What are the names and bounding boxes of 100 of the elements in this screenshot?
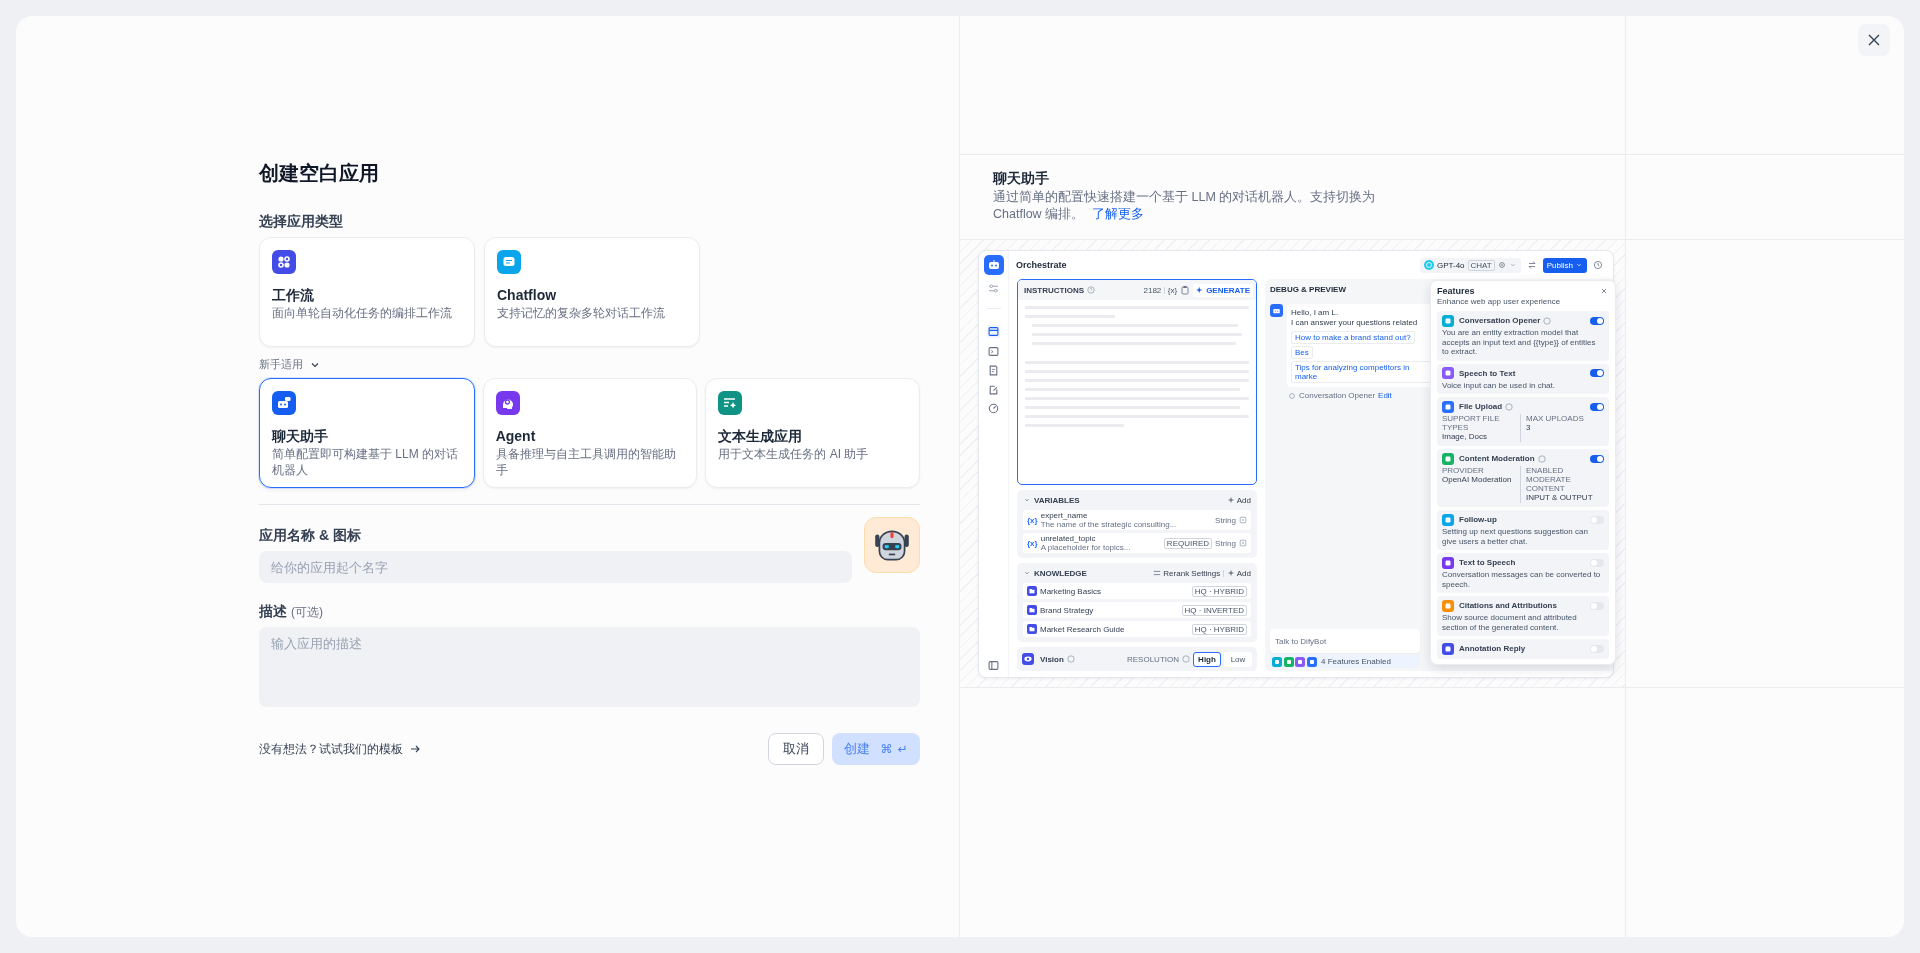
history-icon[interactable] [1593,260,1603,270]
gauge-icon[interactable] [988,403,999,414]
edit-icon[interactable] [988,384,999,395]
help-icon [1543,316,1552,325]
suggested-question[interactable]: Bes [1291,346,1313,359]
clipboard-icon[interactable] [1180,285,1191,295]
feature-description: Show source document and attributed section of the generated content. [1442,613,1578,632]
feature-icon [1295,656,1305,667]
sliders-icon[interactable] [988,283,999,294]
dataset-name: Brand Strategy [1040,605,1094,615]
edit-link[interactable]: Edit [1378,391,1392,400]
publish-button[interactable]: Publish [1542,257,1587,273]
instructions-editor[interactable]: INSTRUCTIONS 2182 {x} GENERATE [1017,279,1257,485]
help-icon [1087,286,1095,294]
feature-description: Voice input can be used in chat. [1442,380,1556,390]
app-type-card[interactable]: 文本生成应用 用于文本生成任务的 AI 助手 [705,378,920,488]
sliders-icon [1153,569,1162,577]
arrow-right-icon [409,743,421,755]
toggle-switch[interactable] [1590,369,1604,377]
feature-icon [1306,656,1317,667]
resolution-option[interactable]: High [1193,651,1221,667]
opener-label: Conversation Opener [1299,391,1376,400]
feature-name: Annotation Reply [1459,644,1526,653]
sidebar-icon[interactable] [988,660,999,671]
learn-more-link[interactable]: 了解更多 [1091,207,1144,221]
robot-icon [272,391,296,415]
rerank-settings-button[interactable]: Rerank Settings [1153,568,1221,578]
help-icon [1505,402,1514,411]
toggle-switch[interactable] [1590,601,1604,610]
dataset-name: Market Research Guide [1040,624,1125,634]
insert-variable-button[interactable]: {x} [1167,285,1178,295]
chevron-icon [1508,261,1517,269]
help-icon [1537,454,1546,463]
panel-title: Features [1437,286,1476,296]
app-type-card[interactable]: 工作流 面向单轮自动化任务的编排工作流 [259,237,475,347]
card-description: 面向单轮自动化任务的编排工作流 [272,305,453,321]
beginner-toggle[interactable]: 新手适用 [259,357,321,372]
toggle-switch[interactable] [1590,515,1604,524]
section-label: VARIABLES [1034,495,1080,505]
feature-description: You are an entity extraction model that accepts an input text and {{type}} of entities to extract. [1442,328,1597,357]
cancel-button[interactable]: 取消 [768,733,824,765]
variable-row[interactable]: {x} unrelated_topic A placeholder for topics... REQUIRED String [1023,533,1251,553]
setting-value: Image, Docs [1442,432,1488,442]
head-gear-icon [495,391,520,415]
variable-row[interactable]: {x} expert_name The name of the strategic consulting... String [1023,510,1251,530]
chat-input[interactable]: Talk to DifyBot [1270,629,1420,653]
app-type-card[interactable]: 聊天助手 简单配置即可构建基于 LLM 的对话机器人 [259,378,475,488]
generate-button[interactable]: GENERATE [1193,283,1253,297]
text-sparkle-icon [718,391,743,415]
resolution-option[interactable]: Low [1224,651,1252,667]
window-icon[interactable] [987,325,1000,338]
settings-icon [1497,261,1506,269]
setting-label: SUPPORT FILE TYPES [1442,414,1501,432]
chevron-icon [1023,496,1031,504]
model-selector[interactable]: GPT-4o CHAT [1420,257,1521,273]
feature-name: File Upload [1459,402,1503,411]
setting-label: PROVIDER [1442,466,1485,475]
template-link[interactable]: 没有想法？试试我们的模板 [259,740,421,758]
close-icon[interactable] [1599,286,1609,296]
field-label: 描述 [259,602,287,621]
app-name-field[interactable]: 给你的应用起个名字 [259,551,852,583]
card-description: 简单配置即可构建基于 LLM 的对话机器人 [272,446,459,478]
add-button[interactable]: Add [1226,495,1251,505]
chevron-icon [1023,569,1031,577]
message-text: I can answer your questions related [1291,318,1419,328]
toggle-switch[interactable] [1590,558,1604,567]
terminal-icon[interactable] [988,346,999,357]
description-field[interactable]: 输入应用的描述 [259,627,920,707]
plus-icon [1226,569,1235,577]
app-icon-button[interactable] [864,517,920,573]
folder-icon [1027,624,1037,634]
knowledge-row[interactable]: Brand Strategy HQ · INVERTED [1023,602,1251,618]
knowledge-row[interactable]: Marketing Basics HQ · HYBRID [1023,583,1251,599]
toggle-switch[interactable] [1590,644,1604,653]
chevron-icon [1575,261,1583,269]
variable-name: expert_name [1040,511,1088,520]
variable-name: unrelated_topic [1040,534,1096,543]
suggested-question[interactable]: How to make a brand stand out? [1291,331,1415,344]
setting-value: 3 [1526,423,1532,433]
close-icon[interactable] [1858,24,1890,56]
features-bar[interactable]: 4 Features Enabled [1270,655,1420,668]
required-badge: REQUIRED [1163,537,1213,549]
help-icon [1182,655,1190,663]
app-type-card[interactable]: Agent 具备推理与自主工具调用的智能助手 [482,378,698,488]
suggested-question[interactable]: Tips for analyzing competitors in marke [1291,361,1433,383]
toggle-switch[interactable] [1590,402,1604,411]
variable-marker: {x} [1027,538,1038,548]
robot-logo-icon [983,255,1004,275]
toggle-switch[interactable] [1590,454,1604,463]
swap-icon[interactable] [1526,260,1537,270]
setting-value: OpenAI Moderation [1442,475,1513,485]
model-name: GPT-4o [1437,260,1465,270]
dataset-name: Marketing Basics [1040,586,1101,596]
toggle-switch[interactable] [1590,316,1604,325]
add-button[interactable]: Add [1226,568,1251,578]
nodes-icon [272,250,296,274]
card-title: Chatflow [497,286,558,304]
document-icon[interactable] [988,365,999,376]
knowledge-row[interactable]: Market Research Guide HQ · HYBRID [1023,621,1251,637]
app-type-card[interactable]: Chatflow 支持记忆的复杂多轮对话工作流 [484,237,700,347]
